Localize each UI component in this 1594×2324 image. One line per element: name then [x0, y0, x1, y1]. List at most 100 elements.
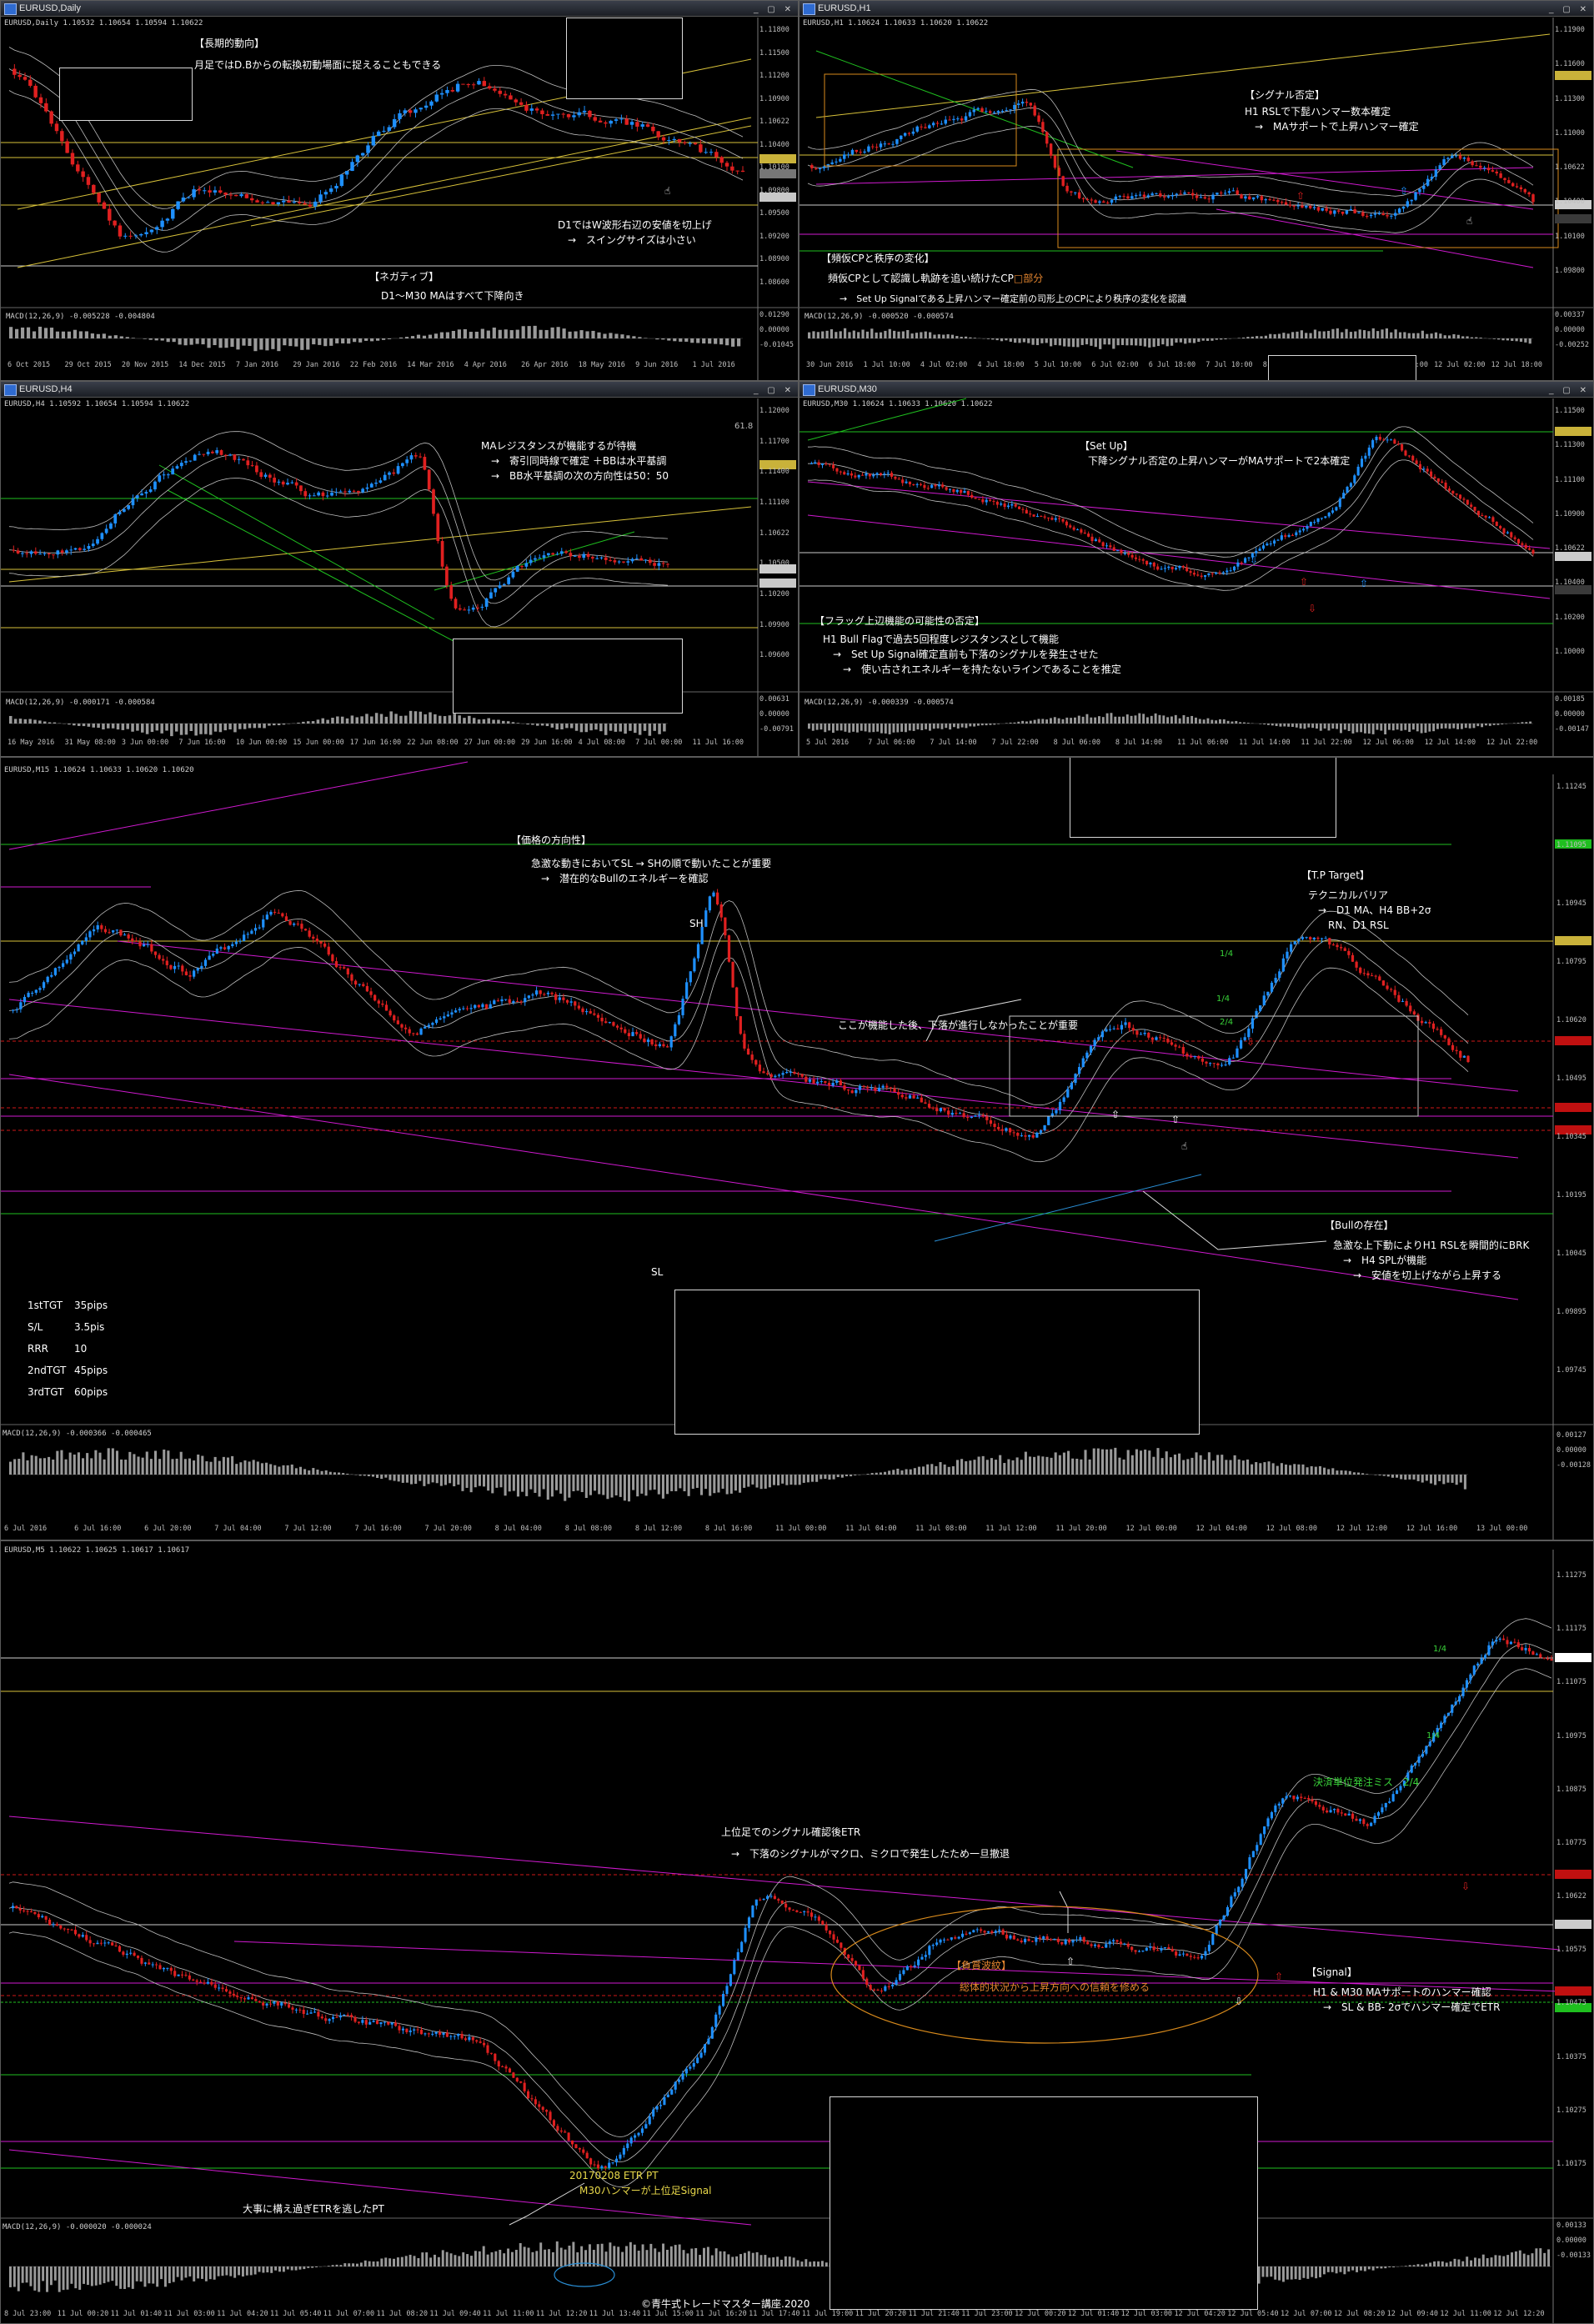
macd-bar	[1360, 724, 1363, 733]
macd-bar	[1170, 716, 1173, 724]
candle-body	[1241, 1878, 1244, 1887]
candle-body	[855, 149, 859, 153]
candle-body	[328, 188, 333, 193]
candle-body	[1527, 192, 1531, 195]
candle-body	[153, 481, 157, 490]
chart-window-m5[interactable]: EURUSD,M5 1.10622 1.10625 1.10617 1.1061…	[0, 1540, 1594, 2324]
price-chart[interactable]: ⇧ ⇧☝	[800, 1, 1594, 381]
macd-bar	[1516, 723, 1520, 724]
candle-body	[1120, 1024, 1124, 1030]
macd-bar	[119, 336, 123, 338]
candle-body	[678, 2079, 681, 2082]
candle-body	[1524, 544, 1527, 548]
inset-m5-zoom	[830, 2096, 1258, 2310]
time-tick-label: 7 Jul 04:00	[214, 1525, 262, 1533]
chart-window-m15[interactable]: EURUSD,M15 1.10624 1.10633 1.10620 1.106…	[0, 757, 1594, 1540]
macd-bar	[1287, 724, 1291, 727]
macd-bar	[1054, 1452, 1057, 1475]
candle-body	[415, 1033, 419, 1035]
candle-body	[1447, 488, 1451, 491]
macd-bar	[315, 2266, 318, 2267]
macd-bar	[977, 724, 980, 726]
candle-body	[793, 1071, 796, 1074]
candle-body	[1524, 1648, 1527, 1650]
macd-bar	[294, 1468, 298, 1475]
candle-body	[373, 994, 377, 1001]
candle-body	[1469, 1674, 1472, 1680]
candle-body	[213, 1984, 217, 1988]
macd-bar	[1349, 332, 1353, 338]
annotation-order-mistake: 決済単位発注ミス 2/4	[1313, 1776, 1420, 1788]
candle-body	[640, 124, 644, 127]
macd-bar	[1251, 1464, 1254, 1475]
macd-bar	[1067, 1450, 1070, 1475]
macd-bar	[265, 1462, 268, 1475]
chart-window-h1[interactable]: EURUSD,H1 _ ▢ ✕ EURUSD,H1 1.10624 1.10633…	[799, 0, 1594, 381]
candle-body	[564, 551, 568, 553]
macd-bar	[286, 1465, 289, 1475]
candle-body	[572, 115, 576, 118]
candle-body	[372, 2021, 375, 2022]
macd-bar	[784, 2256, 787, 2266]
price-chart[interactable]: ⇧⇩⇧⇩	[1, 1541, 1594, 2324]
candle-body	[92, 929, 96, 932]
macd-bar	[32, 331, 37, 338]
candle-body	[312, 936, 315, 939]
candle-body	[846, 473, 850, 475]
candle-body	[725, 1986, 729, 1995]
macd-bar	[238, 2266, 241, 2276]
candle-body	[103, 1942, 107, 1944]
chart-window-daily[interactable]: EURUSD,Daily _ ▢ ✕ EURUSD,Daily 1.10532 1…	[0, 0, 799, 381]
macd-bar	[661, 338, 665, 340]
macd-bar	[345, 718, 349, 724]
macd-bar	[235, 1464, 238, 1475]
macd-bar	[1054, 338, 1057, 345]
candle-body	[669, 1036, 673, 1048]
candle-body	[895, 139, 899, 144]
macd-bar	[260, 1463, 263, 1475]
macd-bar	[241, 2266, 244, 2277]
macd-bar	[328, 1471, 332, 1475]
candle-body	[1010, 503, 1014, 506]
macd-bar	[579, 330, 584, 338]
candle-body	[1516, 538, 1521, 543]
candle-body	[965, 1933, 968, 1935]
candle-body	[846, 154, 850, 156]
candle-body	[1105, 1029, 1108, 1032]
macd-bar	[576, 1475, 579, 1491]
time-tick-label: 29 Jan 2016	[293, 361, 340, 369]
candle-body	[730, 166, 734, 171]
candle-body	[916, 1097, 920, 1099]
macd-bar	[806, 1475, 810, 1483]
candle-body	[1455, 493, 1458, 495]
macd-bar	[1351, 724, 1355, 734]
annotation-cp-highlight: □部分	[1013, 273, 1044, 284]
macd-bar	[1037, 719, 1040, 724]
macd-bar	[38, 720, 42, 724]
candle-body	[34, 989, 38, 994]
signal-arrow-icon: ⇧	[1066, 1956, 1075, 1967]
macd-bar	[896, 1468, 900, 1475]
candle-body	[77, 944, 80, 952]
macd-bar	[939, 1462, 942, 1475]
chart-window-m30[interactable]: EURUSD,M30 _ ▢ ✕ EURUSD,M30 1.10624 1.106…	[799, 381, 1594, 757]
macd-bar	[86, 1453, 89, 1475]
candle-body	[1355, 1818, 1358, 1821]
candle-body	[729, 1974, 732, 1986]
macd-bar	[536, 724, 539, 726]
macd-bar	[1347, 2266, 1351, 2272]
macd-bar	[419, 711, 423, 724]
annotation-bull-body: 急激な上下動によりH1 RSLを瞬間的にBRK → H4 SPLが機能 → 安値…	[1333, 1240, 1530, 1281]
macd-bar	[1408, 724, 1411, 732]
candle-body	[519, 102, 524, 105]
candle-body	[409, 455, 414, 460]
candle-body	[1003, 503, 1006, 508]
macd-bar	[1206, 338, 1210, 341]
macd-bar	[824, 724, 827, 733]
candle-body	[1050, 518, 1054, 520]
chart-window-h4[interactable]: EURUSD,H4 _ ▢ ✕ EURUSD,H4 1.10592 1.10654…	[0, 381, 799, 757]
macd-bar	[1310, 1465, 1313, 1475]
macd-bar	[197, 1454, 200, 1475]
candle-body	[1244, 196, 1247, 199]
candle-body	[268, 474, 272, 478]
